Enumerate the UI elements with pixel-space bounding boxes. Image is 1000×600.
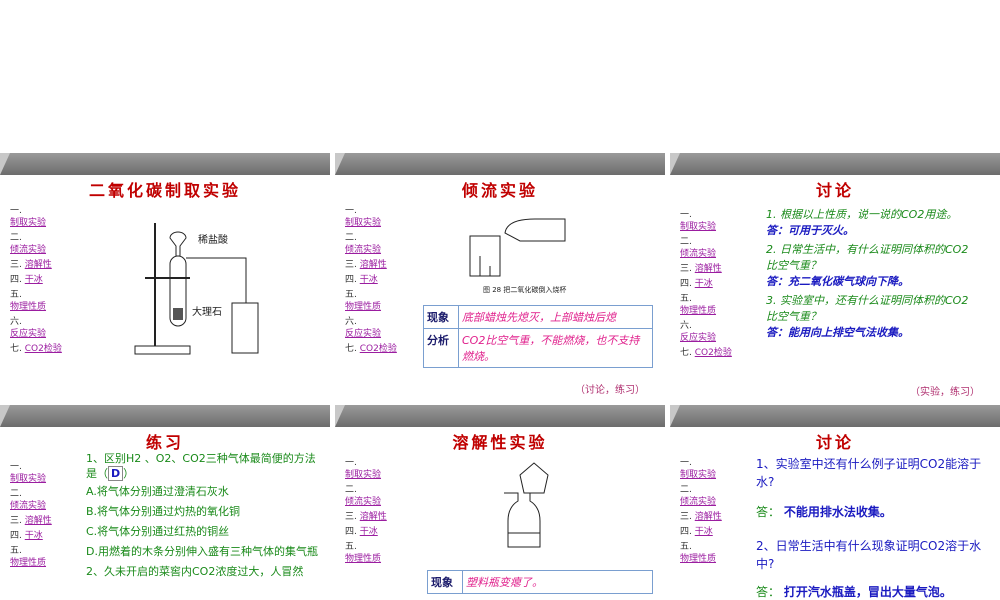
slide-nav: 一. 制取实验 二. 倾流实验 三. 溶解性 四. 干冰 五. 物理性质 六. 反应实验…: [10, 206, 62, 354]
nav-link[interactable]: 溶解性: [695, 264, 722, 274]
observation-table: 现象 塑料瓶变瘪了。: [427, 570, 653, 594]
nav-link[interactable]: 干冰: [360, 527, 378, 537]
nav-link[interactable]: 倾流实验: [10, 245, 46, 255]
nav-link[interactable]: 倾流实验: [345, 497, 381, 507]
slide-header-bar: [0, 405, 330, 427]
slide-header-bar: [335, 153, 665, 175]
slide-header-bar: [670, 153, 1000, 175]
nav-link[interactable]: 物理性质: [345, 302, 381, 312]
slide-title: 二氧化碳制取实验: [88, 181, 241, 200]
nav-link[interactable]: 干冰: [695, 527, 713, 537]
nav-link[interactable]: 倾流实验: [10, 501, 46, 511]
slide-exercise[interactable]: 练习 一. 制取实验 二. 倾流实验 三. 溶解性 四. 干冰 五. 物理性质 1、区…: [0, 405, 330, 600]
nav-link[interactable]: CO2检验: [695, 348, 732, 358]
nav-link[interactable]: 倾流实验: [680, 249, 716, 259]
answer-badge: D: [108, 466, 124, 481]
slide-discussion-2[interactable]: 讨论 一. 制取实验 二. 倾流实验 三. 溶解性 四. 干冰 五. 物理性质 1、实…: [670, 405, 1000, 600]
nav-link[interactable]: 溶解性: [25, 516, 52, 526]
nav-link[interactable]: 物理性质: [10, 558, 46, 568]
label-acid: 稀盐酸: [198, 235, 228, 246]
nav-link[interactable]: 倾流实验: [345, 245, 381, 255]
nav-link[interactable]: 制取实验: [10, 474, 46, 484]
nav-link[interactable]: 干冰: [360, 275, 378, 285]
observation-table: 现象 底部蜡烛先熄灭，上部蜡烛后熄 分析 CO2比空气重，不能燃烧，也不支持燃烧。: [423, 305, 653, 368]
nav-link[interactable]: 倾流实验: [680, 497, 716, 507]
slide-title: 倾流实验: [461, 181, 538, 200]
nav-link[interactable]: 制取实验: [680, 222, 716, 232]
label-stone: 大理石: [192, 307, 222, 318]
footnote: （讨论，练习）: [575, 385, 645, 396]
slide-title: 练习: [145, 433, 184, 452]
nav-link[interactable]: 溶解性: [360, 512, 387, 522]
nav-link[interactable]: 制取实验: [345, 470, 381, 480]
nav-link[interactable]: 反应实验: [680, 333, 716, 343]
slide-header-bar: [0, 153, 330, 175]
nav-link[interactable]: 反应实验: [10, 329, 46, 339]
slide-discussion-1[interactable]: 讨论 一. 制取实验 二. 倾流实验 三. 溶解性 四. 干冰 五. 物理性质 六. 反…: [670, 153, 1000, 398]
pouring-diagram: [469, 218, 566, 277]
slide-co2-preparation[interactable]: 二氧化碳制取实验 一. 制取实验 二. 倾流实验 三. 溶解性 四. 干冰 五. 物理…: [0, 153, 330, 398]
slide-title: 讨论: [815, 181, 854, 200]
nav-link[interactable]: 物理性质: [345, 554, 381, 564]
nav-link[interactable]: 反应实验: [345, 329, 381, 339]
nav-link[interactable]: 干冰: [695, 279, 713, 289]
slide-title: 讨论: [815, 433, 854, 452]
discussion-content: 1. 根据以上性质，说一说的CO2用途。 答：可用于灭火。 2. 日常生活中，有…: [766, 208, 969, 339]
slide-header-bar: [335, 405, 665, 427]
slide-title: 溶解性实验: [452, 433, 548, 452]
nav-link[interactable]: 溶解性: [360, 260, 387, 270]
slide-nav: 一. 制取实验 二. 倾流实验 三. 溶解性 四. 干冰 五. 物理性质 六. 反应实验…: [680, 210, 732, 358]
nav-link[interactable]: 溶解性: [695, 512, 722, 522]
slide-solubility-experiment[interactable]: 溶解性实验 一. 制取实验 二. 倾流实验 三. 溶解性 四. 干冰 五. 物理性质 …: [335, 405, 665, 600]
exercise-content: 1、区别H2 、O2、CO2三种气体最简便的方法是（ D） A.将气体分别通过澄清…: [86, 452, 318, 578]
nav-link[interactable]: 溶解性: [25, 260, 52, 270]
footnote: （实验，练习）: [910, 387, 980, 398]
nav-link[interactable]: CO2检验: [360, 344, 397, 354]
nav-link[interactable]: 干冰: [25, 531, 43, 541]
nav-link[interactable]: 干冰: [25, 275, 43, 285]
nav-link[interactable]: 制取实验: [345, 218, 381, 228]
discussion-content: 1、实验室中还有什么例子证明CO2能溶于水? 答： 不能用排水法收集。 2、日常…: [756, 457, 982, 599]
slide-pouring-experiment[interactable]: 倾流实验 一. 制取实验 二. 倾流实验 三. 溶解性 四. 干冰 五. 物理性质 六…: [335, 153, 665, 398]
bottle-diagram: [504, 462, 549, 548]
nav-link[interactable]: 制取实验: [10, 218, 46, 228]
slide-nav: 一. 制取实验 二. 倾流实验 三. 溶解性 四. 干冰 五. 物理性质 六. 反应实验…: [345, 206, 397, 354]
nav-link[interactable]: 制取实验: [680, 470, 716, 480]
nav-link[interactable]: 物理性质: [10, 302, 46, 312]
slide-nav: 一. 制取实验 二. 倾流实验 三. 溶解性 四. 干冰 五. 物理性质: [680, 458, 722, 564]
slide-nav: 一. 制取实验 二. 倾流实验 三. 溶解性 四. 干冰 五. 物理性质: [10, 462, 52, 568]
slide-header-bar: [670, 405, 1000, 427]
nav-link[interactable]: 物理性质: [680, 554, 716, 564]
nav-link[interactable]: CO2检验: [25, 344, 62, 354]
slide-nav: 一. 制取实验 二. 倾流实验 三. 溶解性 四. 干冰 五. 物理性质: [345, 458, 387, 564]
nav-link[interactable]: 物理性质: [680, 306, 716, 316]
figure-caption: 图 28 把二氧化碳倒入烧杯: [483, 286, 567, 294]
